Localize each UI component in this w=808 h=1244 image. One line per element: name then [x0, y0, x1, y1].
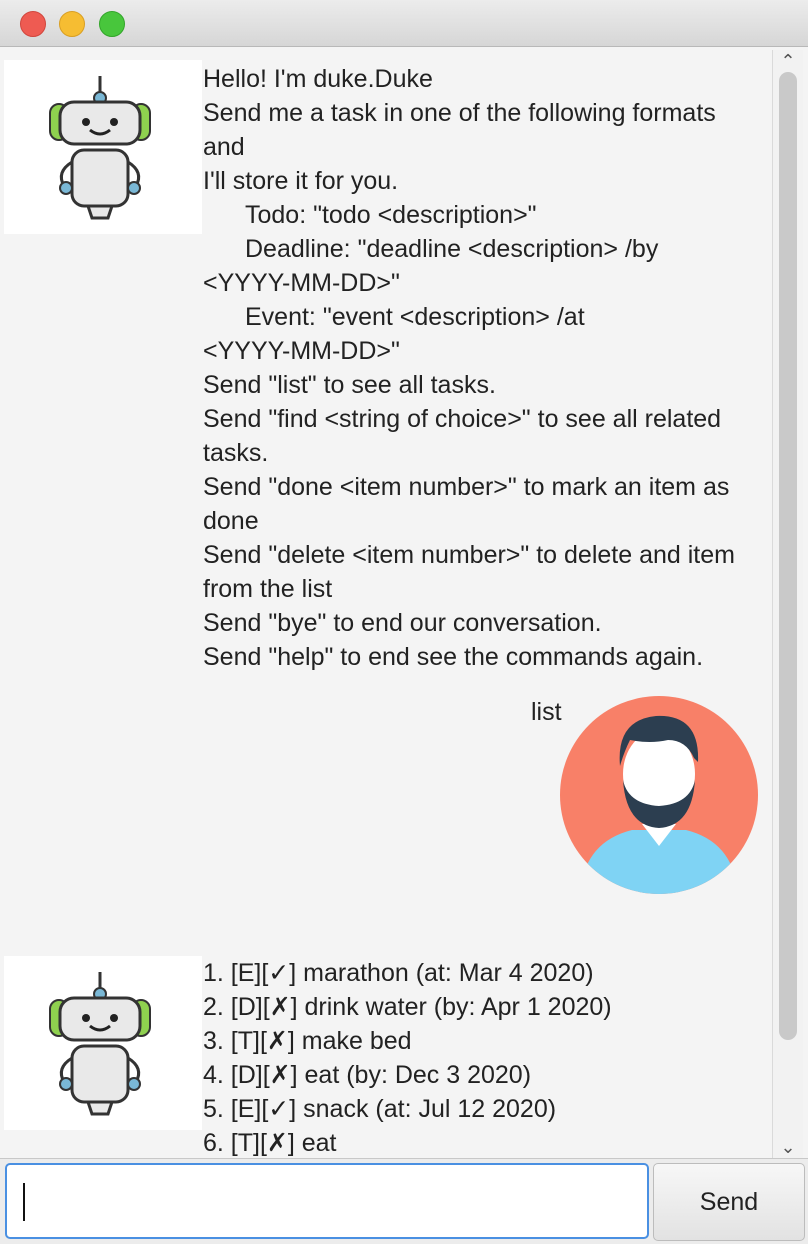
zoom-window-button[interactable] — [99, 11, 125, 37]
app-window: Hello! I'm duke.Duke Send me a task in on… — [0, 0, 808, 1244]
welcome-line: <YYYY-MM-DD>" — [203, 337, 400, 365]
task-line: 4. [D][✗] eat (by: Dec 3 2020) — [203, 1061, 532, 1089]
welcome-line: Send "find <string of choice>" to see al… — [203, 405, 722, 433]
send-button[interactable]: Send — [653, 1163, 805, 1241]
bearded-man-icon — [560, 696, 758, 894]
chevron-up-icon[interactable]: ⌃ — [773, 50, 803, 72]
welcome-line: Send "help" to end see the commands agai… — [203, 643, 704, 671]
welcome-line: <YYYY-MM-DD>" — [203, 269, 400, 297]
message-input[interactable] — [5, 1163, 649, 1239]
vertical-scrollbar[interactable]: ⌃ ⌄ — [772, 50, 803, 1158]
title-bar — [0, 0, 808, 47]
welcome-line: tasks. — [203, 439, 269, 467]
task-line: 3. [T][✗] make bed — [203, 1027, 412, 1055]
duke-avatar — [4, 60, 202, 234]
welcome-line: from the list — [203, 575, 333, 603]
welcome-line: Todo: "todo <description>" — [245, 201, 537, 229]
input-bar: Send — [0, 1158, 808, 1244]
text-caret — [23, 1183, 25, 1221]
robot-icon — [49, 76, 151, 220]
task-line: 2. [D][✗] drink water (by: Apr 1 2020) — [203, 993, 612, 1021]
welcome-line: Deadline: "deadline <description> /by — [245, 235, 659, 263]
welcome-line: Send "done <item number>" to mark an ite… — [203, 473, 730, 501]
dialog-container[interactable]: Hello! I'm duke.Duke Send me a task in on… — [4, 50, 772, 1158]
welcome-line: Send "delete <item number>" to delete an… — [203, 541, 735, 569]
user-message-text: list — [531, 698, 562, 726]
duke-welcome-message: Hello! I'm duke.Duke Send me a task in on… — [203, 62, 763, 674]
user-avatar — [560, 696, 758, 894]
task-line: 6. [T][✗] eat — [203, 1129, 337, 1157]
close-window-button[interactable] — [20, 11, 46, 37]
welcome-line: Event: "event <description> /at — [245, 303, 585, 331]
robot-icon — [49, 972, 151, 1116]
task-line: 5. [E][✓] snack (at: Jul 12 2020) — [203, 1095, 557, 1123]
welcome-line: I'll store it for you. — [203, 167, 399, 195]
welcome-line: Send "bye" to end our conversation. — [203, 609, 602, 637]
duke-task-list-message: 1. [E][✓] marathon (at: Mar 4 2020) 2. [D… — [203, 956, 763, 1158]
minimize-window-button[interactable] — [59, 11, 85, 37]
chevron-down-icon[interactable]: ⌄ — [773, 1136, 803, 1158]
task-line: 1. [E][✓] marathon (at: Mar 4 2020) — [203, 959, 594, 987]
welcome-line: Hello! I'm duke.Duke — [203, 65, 433, 93]
welcome-line: Send "list" to see all tasks. — [203, 371, 496, 399]
welcome-line: Send me a task in one of the following f… — [203, 99, 723, 161]
duke-avatar — [4, 956, 202, 1130]
welcome-line: done — [203, 507, 259, 535]
scrollbar-thumb[interactable] — [779, 72, 797, 1040]
